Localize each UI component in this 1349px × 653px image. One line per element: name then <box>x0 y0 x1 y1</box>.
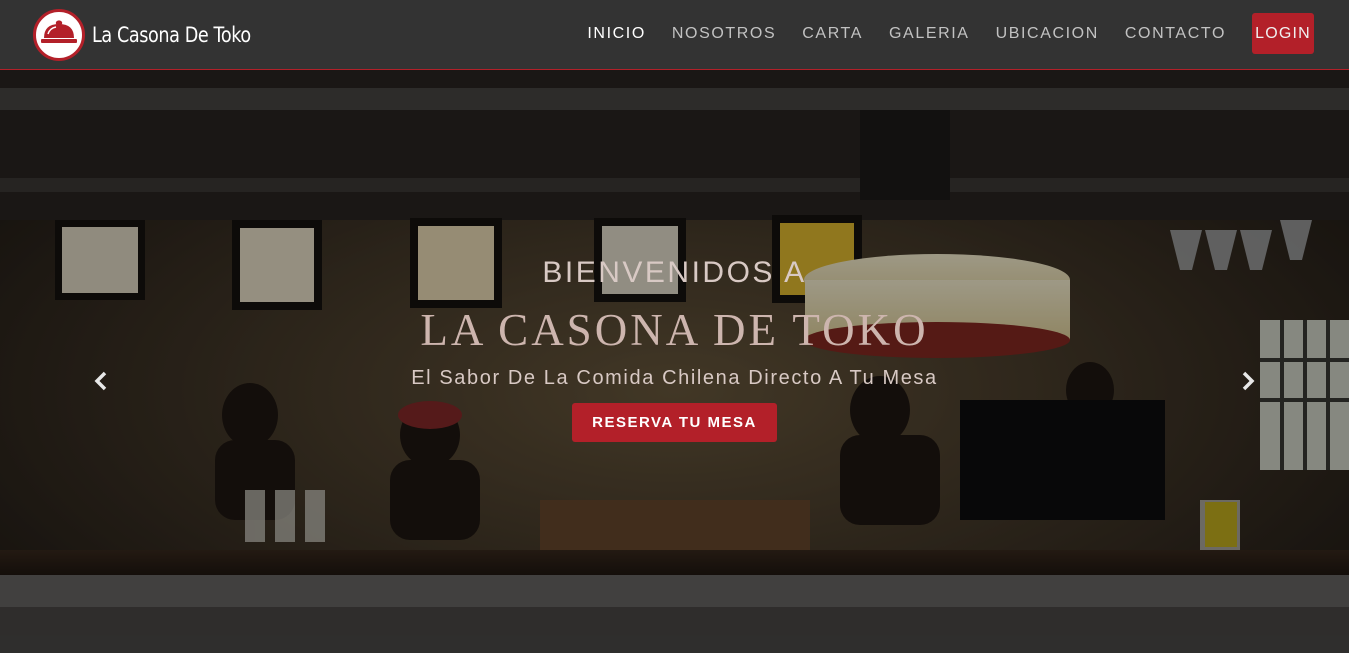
main-nav: INICIO NOSOTROS CARTA GALERIA UBICACION … <box>561 13 1314 54</box>
hero-subtitle: El Sabor De La Comida Chilena Directo A … <box>411 367 938 389</box>
chevron-left-icon <box>94 371 107 391</box>
login-button[interactable]: LOGIN <box>1252 13 1314 54</box>
nav-item-inicio[interactable]: INICIO <box>587 14 646 54</box>
nav-item-ubicacion[interactable]: UBICACION <box>996 14 1099 54</box>
reserve-table-button[interactable]: RESERVA TU MESA <box>572 403 777 442</box>
hero-carousel: BIENVENIDOS A LA CASONA DE TOKO El Sabor… <box>0 70 1349 653</box>
carousel-next-button[interactable] <box>1236 367 1260 395</box>
hero-title: LA CASONA DE TOKO <box>420 305 929 355</box>
carousel-prev-button[interactable] <box>89 367 113 395</box>
chevron-right-icon <box>1242 371 1255 391</box>
hero-eyebrow: BIENVENIDOS A <box>542 256 807 289</box>
brand-link[interactable]: La Casona De Toko <box>33 9 281 61</box>
cloche-icon <box>33 9 85 61</box>
nav-item-galeria[interactable]: GALERIA <box>889 14 970 54</box>
brand-name: La Casona De Toko <box>92 23 251 47</box>
navbar: La Casona De Toko INICIO NOSOTROS CARTA … <box>0 0 1349 70</box>
nav-item-nosotros[interactable]: NOSOTROS <box>672 14 776 54</box>
hero-overlay <box>0 70 1349 653</box>
nav-item-carta[interactable]: CARTA <box>802 14 863 54</box>
nav-item-contacto[interactable]: CONTACTO <box>1125 14 1226 54</box>
